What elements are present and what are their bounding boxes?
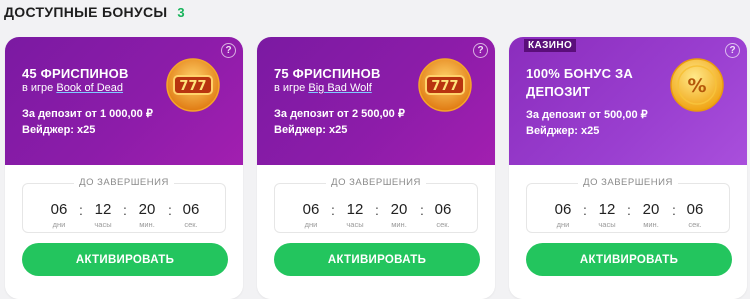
section-title: ДОСТУПНЫЕ БОНУСЫ [4, 4, 168, 20]
slot-777-icon: 777 [166, 58, 220, 112]
game-link[interactable]: Book of Dead [56, 82, 123, 94]
game-line: в игре Book of Dead [22, 82, 123, 94]
bonus-card-body: ДО ЗАВЕРШЕНИЯ 06 дни : 12 часы : 20 мин. : … [5, 165, 243, 299]
timer-seconds: 06 сек. [434, 201, 452, 230]
timer-seconds: 06 сек. [182, 201, 200, 230]
svg-text:777: 777 [179, 79, 206, 94]
game-line: в игре Big Bad Wolf [274, 82, 372, 94]
timer-label: ДО ЗАВЕРШЕНИЯ [74, 177, 174, 188]
timer-minutes: 20 мин. [138, 201, 156, 230]
deposit-condition: За депозит от 500,00 ₽ [526, 109, 648, 121]
bonus-count: 3 [177, 5, 185, 20]
bonus-card: ? 75 ФРИСПИНОВ в игре Big Bad Wolf За де… [257, 37, 495, 299]
game-link[interactable]: Big Bad Wolf [308, 82, 371, 94]
game-prefix: в игре [274, 82, 306, 94]
timer-days: 06 дни [554, 201, 572, 230]
bonus-cards: ? 45 ФРИСПИНОВ в игре Book of Dead За де… [5, 37, 750, 299]
countdown-timer: ДО ЗАВЕРШЕНИЯ 06 дни : 12 часы : 20 мин. : … [22, 177, 226, 233]
timer-hours: 12 часы [346, 201, 364, 230]
bonus-title: 45 ФРИСПИНОВ [22, 66, 129, 81]
bonus-title: 75 ФРИСПИНОВ [274, 66, 381, 81]
category-tag: КАЗИНО [524, 39, 577, 52]
slot-777-icon: 777 [418, 58, 472, 112]
bonus-card-body: ДО ЗАВЕРШЕНИЯ 06 дни : 12 часы : 20 мин. : … [509, 165, 747, 299]
activate-button[interactable]: АКТИВИРОВАТЬ [274, 243, 480, 276]
timer-hours: 12 часы [94, 201, 112, 230]
bonus-card-header: КАЗИНО ? 100% БОНУС ЗА ДЕПОЗИТ За депози… [509, 37, 747, 165]
svg-text:777: 777 [431, 79, 458, 94]
svg-text:%: % [687, 75, 706, 97]
countdown-timer: ДО ЗАВЕРШЕНИЯ 06 дни : 12 часы : 20 мин. : … [274, 177, 478, 233]
bonus-title: 100% БОНУС ЗА ДЕПОЗИТ [526, 66, 633, 99]
timer-label: ДО ЗАВЕРШЕНИЯ [326, 177, 426, 188]
help-icon[interactable]: ? [473, 43, 488, 58]
countdown-timer: ДО ЗАВЕРШЕНИЯ 06 дни : 12 часы : 20 мин. : … [526, 177, 730, 233]
wager-info: Вейджер: x25 [526, 125, 600, 137]
percent-coin-icon: % [670, 58, 724, 112]
timer-label: ДО ЗАВЕРШЕНИЯ [578, 177, 678, 188]
help-icon[interactable]: ? [221, 43, 236, 58]
deposit-condition: За депозит от 2 500,00 ₽ [274, 108, 405, 120]
timer-seconds: 06 сек. [686, 201, 704, 230]
activate-button[interactable]: АКТИВИРОВАТЬ [526, 243, 732, 276]
help-icon[interactable]: ? [725, 43, 740, 58]
timer-minutes: 20 мин. [390, 201, 408, 230]
bonus-card-header: ? 75 ФРИСПИНОВ в игре Big Bad Wolf За де… [257, 37, 495, 165]
game-prefix: в игре [22, 82, 54, 94]
bonus-card-body: ДО ЗАВЕРШЕНИЯ 06 дни : 12 часы : 20 мин. : … [257, 165, 495, 299]
timer-days: 06 дни [302, 201, 320, 230]
section-header: ДОСТУПНЫЕ БОНУСЫ 3 [4, 4, 185, 20]
activate-button[interactable]: АКТИВИРОВАТЬ [22, 243, 228, 276]
timer-minutes: 20 мин. [642, 201, 660, 230]
bonus-card: КАЗИНО ? 100% БОНУС ЗА ДЕПОЗИТ За депози… [509, 37, 747, 299]
bonus-card: ? 45 ФРИСПИНОВ в игре Book of Dead За де… [5, 37, 243, 299]
wager-info: Вейджер: x25 [274, 124, 348, 136]
bonus-card-header: ? 45 ФРИСПИНОВ в игре Book of Dead За де… [5, 37, 243, 165]
wager-info: Вейджер: x25 [22, 124, 96, 136]
deposit-condition: За депозит от 1 000,00 ₽ [22, 108, 153, 120]
timer-days: 06 дни [50, 201, 68, 230]
timer-hours: 12 часы [598, 201, 616, 230]
